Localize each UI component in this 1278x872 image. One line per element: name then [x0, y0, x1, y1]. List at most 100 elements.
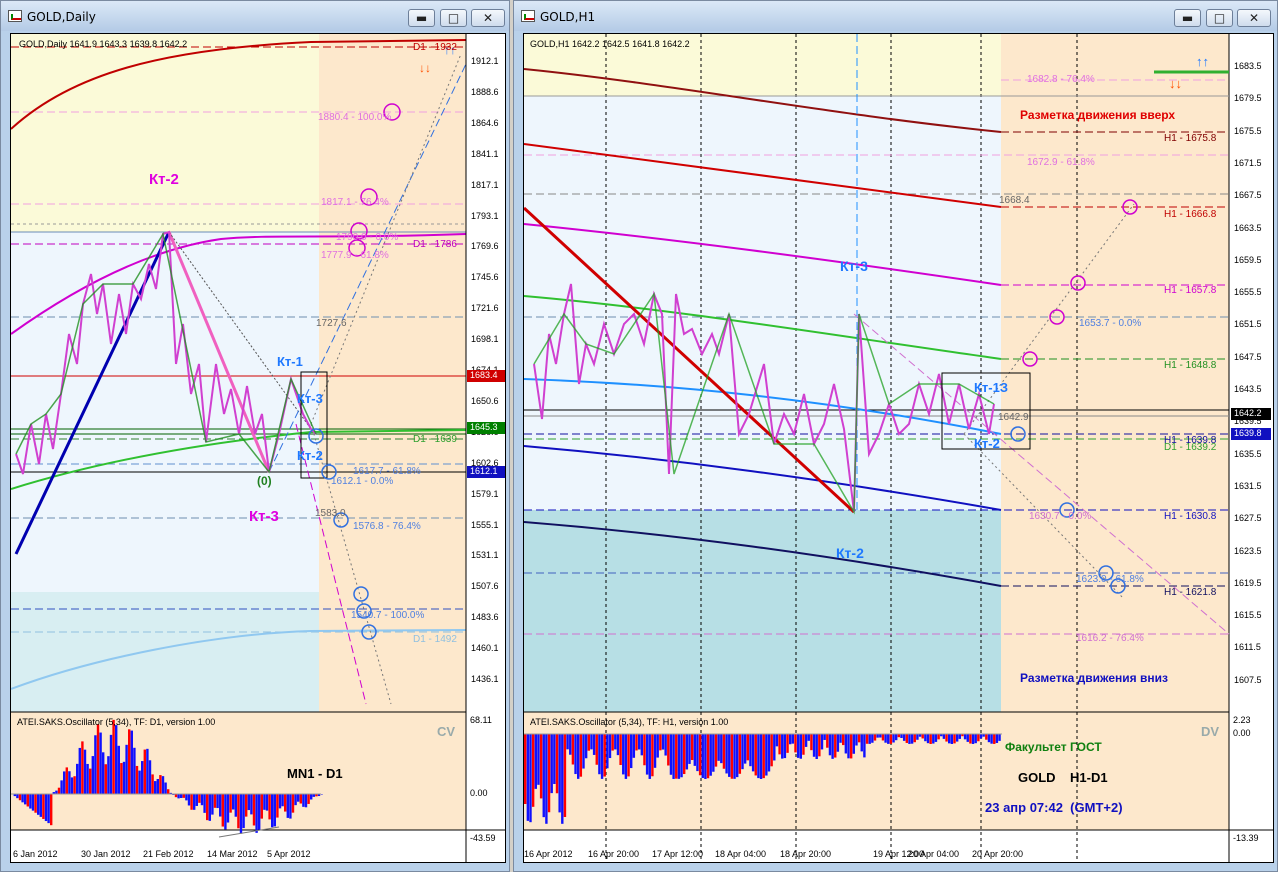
x-tick: 18 Apr 20:00	[780, 849, 832, 859]
window-title: GOLD,Daily	[27, 10, 96, 24]
osc-bar	[187, 794, 191, 806]
osc-bar	[895, 734, 898, 741]
window-gold-daily[interactable]: GOLD,Daily ▬ □ ✕ ↓↓ ↑↑ GOLD,Daily 1641.9…	[0, 0, 510, 872]
chart-area[interactable]: ↓↓ ↑↑ GOLD,H1 1642.2 1642.5 1641.8 1642.…	[523, 33, 1274, 863]
osc-bar	[831, 734, 834, 759]
osc-bar	[969, 734, 972, 744]
osc-bar	[842, 734, 845, 746]
osc-tick: 0.00	[1233, 728, 1251, 738]
osc-bar	[653, 734, 657, 768]
osc-bar	[863, 734, 866, 758]
osc-bar	[571, 734, 575, 765]
osc-bar	[299, 794, 302, 804]
y-tick: 1864.6	[471, 117, 499, 128]
y-tick: 1671.5	[1234, 157, 1262, 168]
maximize-button[interactable]: □	[1206, 9, 1233, 27]
y-tick: 1631.5	[1234, 480, 1262, 491]
osc-bar	[524, 734, 527, 804]
osc-bar	[796, 734, 800, 758]
osc-bar	[643, 734, 646, 766]
osc-bar	[714, 734, 718, 767]
osc-bar	[733, 734, 736, 779]
osc-bar	[109, 734, 113, 794]
chart-area[interactable]: ↓↓ ↑↑ GOLD,Daily 1641.9 1643.3 1639.8 16…	[10, 33, 506, 863]
level-label: H1 - 1666.8	[1164, 209, 1217, 220]
osc-bar	[148, 760, 152, 794]
osc-bar	[595, 734, 598, 765]
osc-bar	[600, 734, 604, 779]
titlebar[interactable]: GOLD,Daily ▬ □ ✕	[1, 1, 509, 31]
osc-bar	[945, 734, 948, 742]
osc-bar	[268, 794, 271, 820]
osc-bar	[640, 734, 643, 756]
label-kt3: Кт-3	[249, 508, 279, 525]
osc-bar	[645, 734, 649, 775]
label-kt2: Кт-2	[297, 448, 323, 463]
level-label: H1 - 1657.8	[1164, 285, 1217, 296]
y-tick: 1675.5	[1234, 125, 1262, 136]
osc-bar	[29, 794, 32, 809]
price-tag: 1639.8	[1231, 428, 1271, 440]
osc-bar	[558, 734, 561, 813]
x-tick: 21 Feb 2012	[143, 849, 194, 859]
label-kt3: Кт-3	[297, 391, 323, 406]
close-button[interactable]: ✕	[471, 9, 505, 27]
window-gold-h1[interactable]: GOLD,H1 ▬ □ ✕ ↓↓ ↑↑ GOLD,H1 1642.2 1642.…	[513, 0, 1278, 872]
close-button[interactable]: ✕	[1237, 9, 1271, 27]
osc-bar	[146, 748, 149, 794]
osc-bar	[135, 765, 139, 794]
osc-bar	[847, 734, 850, 759]
osc-bar	[289, 794, 292, 819]
y-tick: 1615.5	[1234, 610, 1262, 621]
osc-bar	[263, 794, 266, 810]
osc-bar	[81, 741, 84, 794]
osc-bar	[529, 734, 532, 823]
osc-bar	[237, 794, 240, 829]
osc-bar	[672, 734, 675, 779]
y-tick: 1817.1	[471, 179, 499, 190]
osc-bar	[651, 734, 654, 777]
osc-bar	[70, 777, 74, 794]
osc-bar	[879, 734, 882, 738]
y-tick: 1663.5	[1234, 222, 1262, 233]
osc-bar	[302, 794, 305, 807]
osc-bar	[749, 734, 752, 767]
osc-bar	[773, 734, 776, 761]
osc-bar	[802, 734, 805, 755]
osc-bar	[219, 794, 222, 817]
y-tick: 1507.6	[471, 581, 499, 592]
osc-bar	[44, 794, 48, 822]
osc-bar	[889, 734, 893, 744]
osc-bar	[226, 794, 230, 823]
osc-bar	[310, 794, 313, 800]
osc-bar	[685, 734, 689, 770]
osc-bar	[892, 734, 895, 743]
osc-bar	[661, 734, 665, 750]
y-tick: 1912.1	[471, 56, 499, 66]
osc-bar	[664, 734, 667, 756]
x-tick: 17 Apr 12:00	[652, 849, 704, 859]
minimize-button[interactable]: ▬	[1174, 9, 1201, 27]
fib-label: 1616.2 - 76.4%	[1076, 633, 1144, 644]
fib-label: 1817.1 - 76.4%	[321, 197, 389, 208]
osc-bar	[958, 734, 961, 739]
osc-bar	[619, 734, 622, 766]
osc-bar	[754, 734, 757, 776]
minimize-button[interactable]: ▬	[408, 9, 435, 27]
osc-bar	[598, 734, 601, 775]
osc-bar	[104, 764, 107, 794]
maximize-button[interactable]: □	[440, 9, 467, 27]
titlebar[interactable]: GOLD,H1 ▬ □ ✕	[514, 1, 1277, 31]
y-tick: 1655.5	[1234, 287, 1262, 298]
y-tick: 1643.5	[1234, 384, 1262, 394]
osc-bar	[786, 734, 789, 753]
osc-bar	[260, 794, 263, 819]
osc-bar	[720, 734, 723, 764]
osc-bar	[953, 734, 956, 744]
osc-bar	[611, 734, 614, 751]
osc-bar	[16, 794, 19, 799]
osc-bar	[151, 774, 154, 794]
price-tag: 1642.2	[1231, 408, 1271, 420]
osc-bar	[102, 752, 105, 794]
osc-bar	[167, 789, 170, 794]
